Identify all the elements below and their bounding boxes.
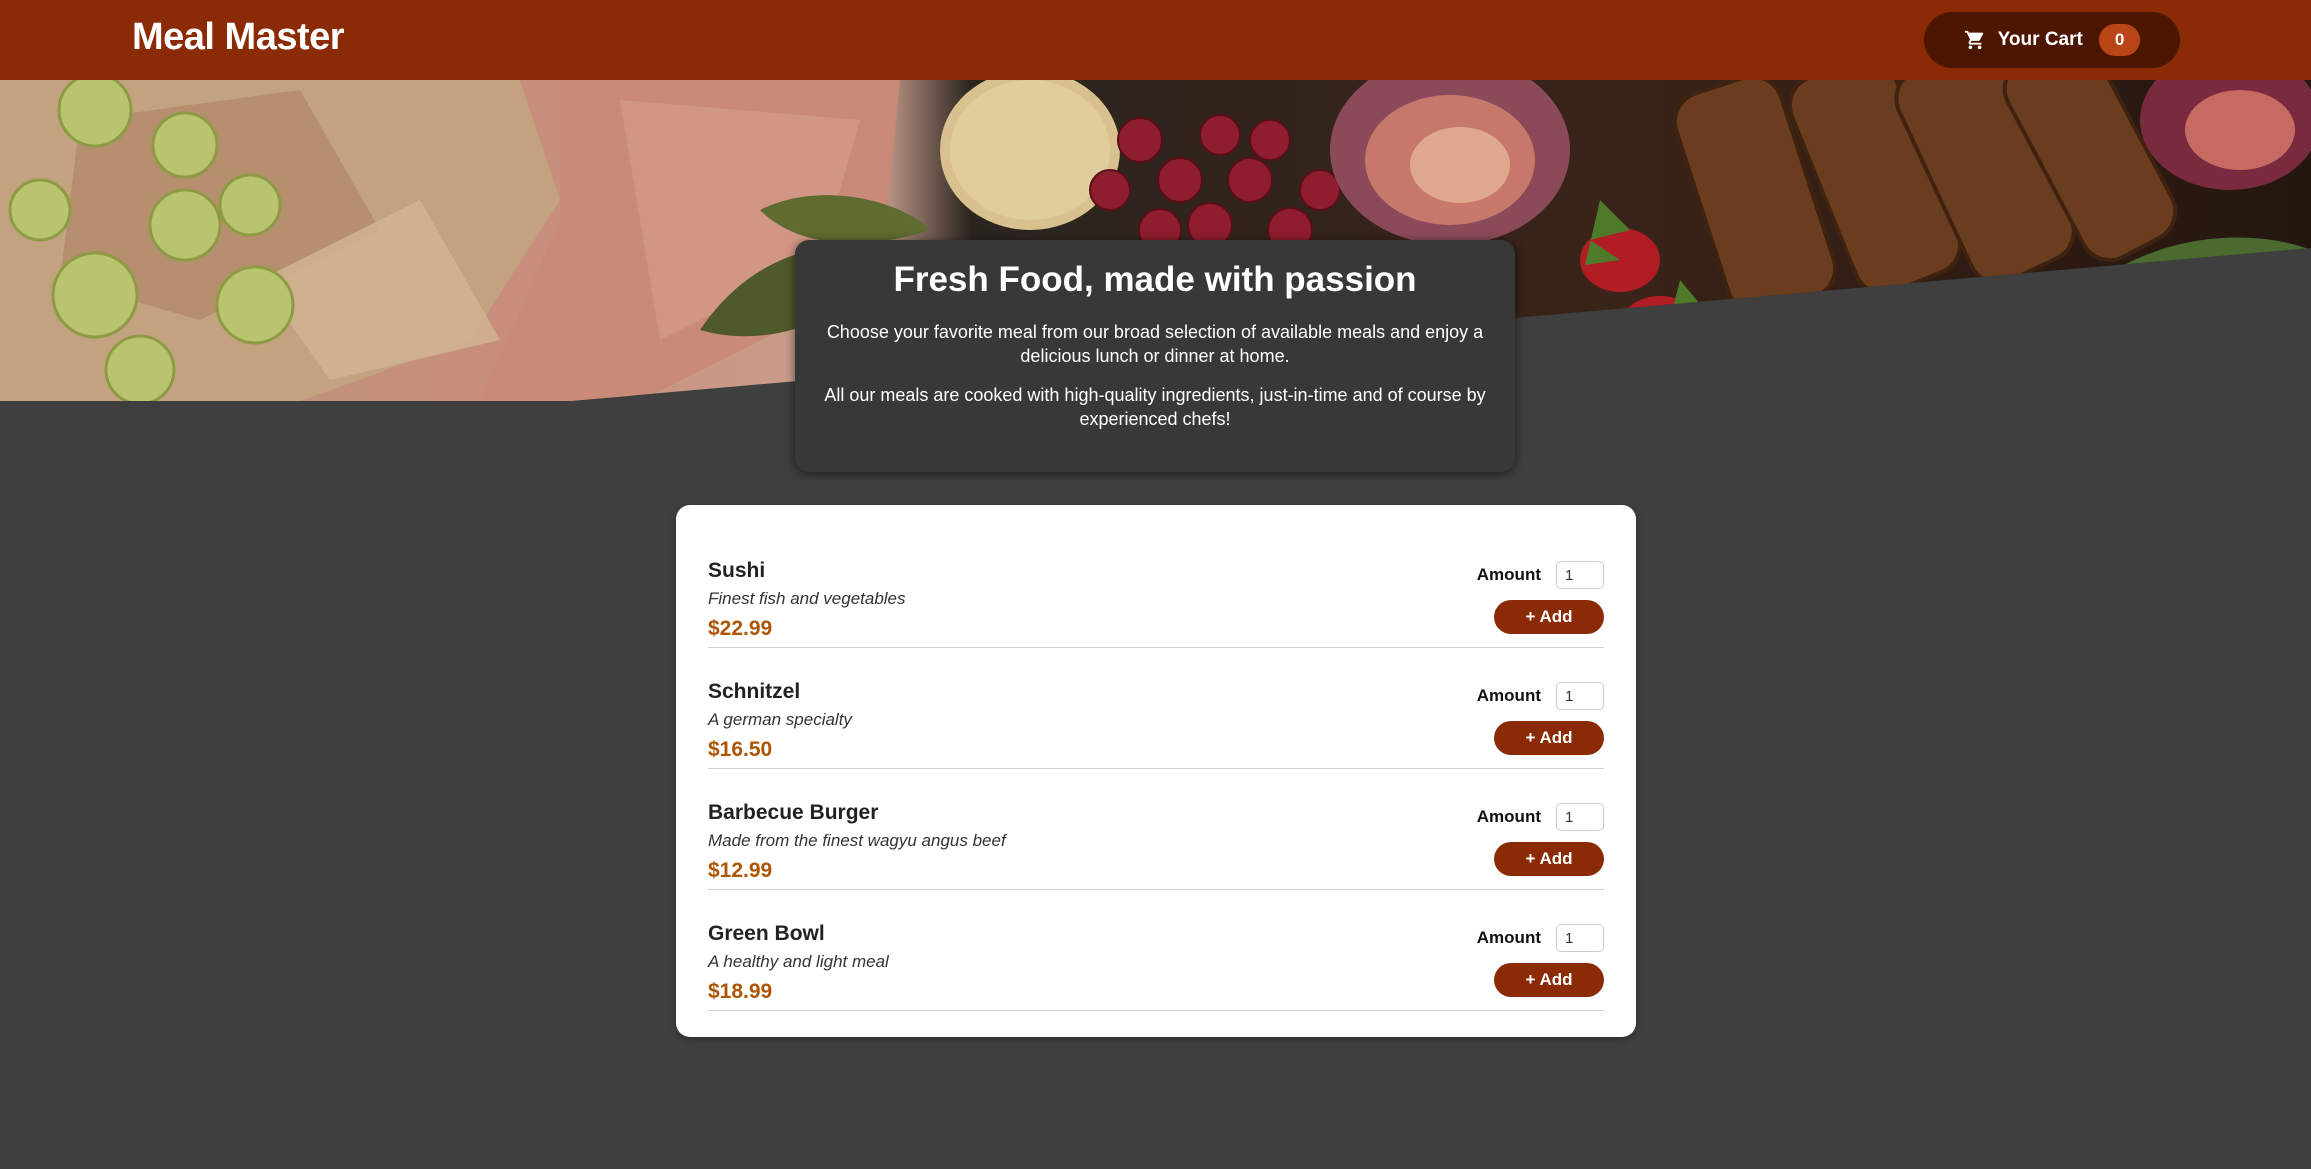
amount-label: Amount (1476, 686, 1541, 705)
summary-title: Fresh Food, made with passion (893, 260, 1417, 299)
amount-label: Amount (1476, 928, 1541, 947)
meal-description: Made from the finest wagyu angus beef (708, 831, 1006, 850)
amount-input[interactable] (1556, 561, 1604, 589)
meal-item-green-bowl: Green Bowl A healthy and light meal $18.… (708, 890, 1604, 1011)
amount-input[interactable] (1556, 803, 1604, 831)
cart-icon (1964, 30, 1983, 50)
summary-paragraph-1: Choose your favorite meal from our broad… (826, 322, 1484, 366)
amount-control: Amount (1477, 682, 1604, 710)
amount-label: Amount (1476, 565, 1541, 584)
app-title: Meal Master (132, 16, 345, 58)
meals-summary: Fresh Food, made with passion Choose you… (795, 240, 1515, 472)
meal-item-sushi: Sushi Finest fish and vegetables $22.99 … (708, 527, 1604, 648)
add-to-cart-button[interactable]: + Add (1494, 963, 1604, 997)
amount-input[interactable] (1556, 682, 1604, 710)
meal-price: $16.50 (708, 738, 773, 761)
meal-price: $12.99 (708, 859, 773, 882)
meal-price: $18.99 (708, 980, 773, 1003)
cart-label: Your Cart (1997, 29, 2083, 50)
amount-label: Amount (1476, 807, 1541, 826)
meal-name: Schnitzel (708, 680, 801, 703)
add-to-cart-button[interactable]: + Add (1494, 600, 1604, 634)
amount-control: Amount (1477, 924, 1604, 952)
meal-description: A healthy and light meal (708, 952, 889, 971)
meal-description: A german specialty (708, 710, 852, 729)
amount-control: Amount (1477, 561, 1604, 589)
meal-list: Sushi Finest fish and vegetables $22.99 … (708, 527, 1604, 1011)
app-header: Meal Master Your Cart 0 (0, 0, 2311, 80)
meal-price: $22.99 (708, 617, 773, 640)
available-meals-card: Sushi Finest fish and vegetables $22.99 … (676, 505, 1636, 1037)
summary-paragraph-2: All our meals are cooked with high-quali… (824, 385, 1486, 429)
cart-count-badge: 0 (2098, 24, 2141, 56)
meal-description: Finest fish and vegetables (708, 589, 906, 608)
cart-button[interactable]: Your Cart 0 (1924, 12, 2180, 68)
meal-name: Green Bowl (708, 922, 825, 945)
amount-control: Amount (1477, 803, 1604, 831)
meal-item-schnitzel: Schnitzel A german specialty $16.50 Amou… (708, 648, 1604, 769)
meal-item-barbecue-burger: Barbecue Burger Made from the finest wag… (708, 769, 1604, 890)
meal-name: Sushi (708, 559, 766, 582)
meal-name: Barbecue Burger (708, 801, 879, 824)
amount-input[interactable] (1556, 924, 1604, 952)
add-to-cart-button[interactable]: + Add (1494, 842, 1604, 876)
add-to-cart-button[interactable]: + Add (1494, 721, 1604, 755)
